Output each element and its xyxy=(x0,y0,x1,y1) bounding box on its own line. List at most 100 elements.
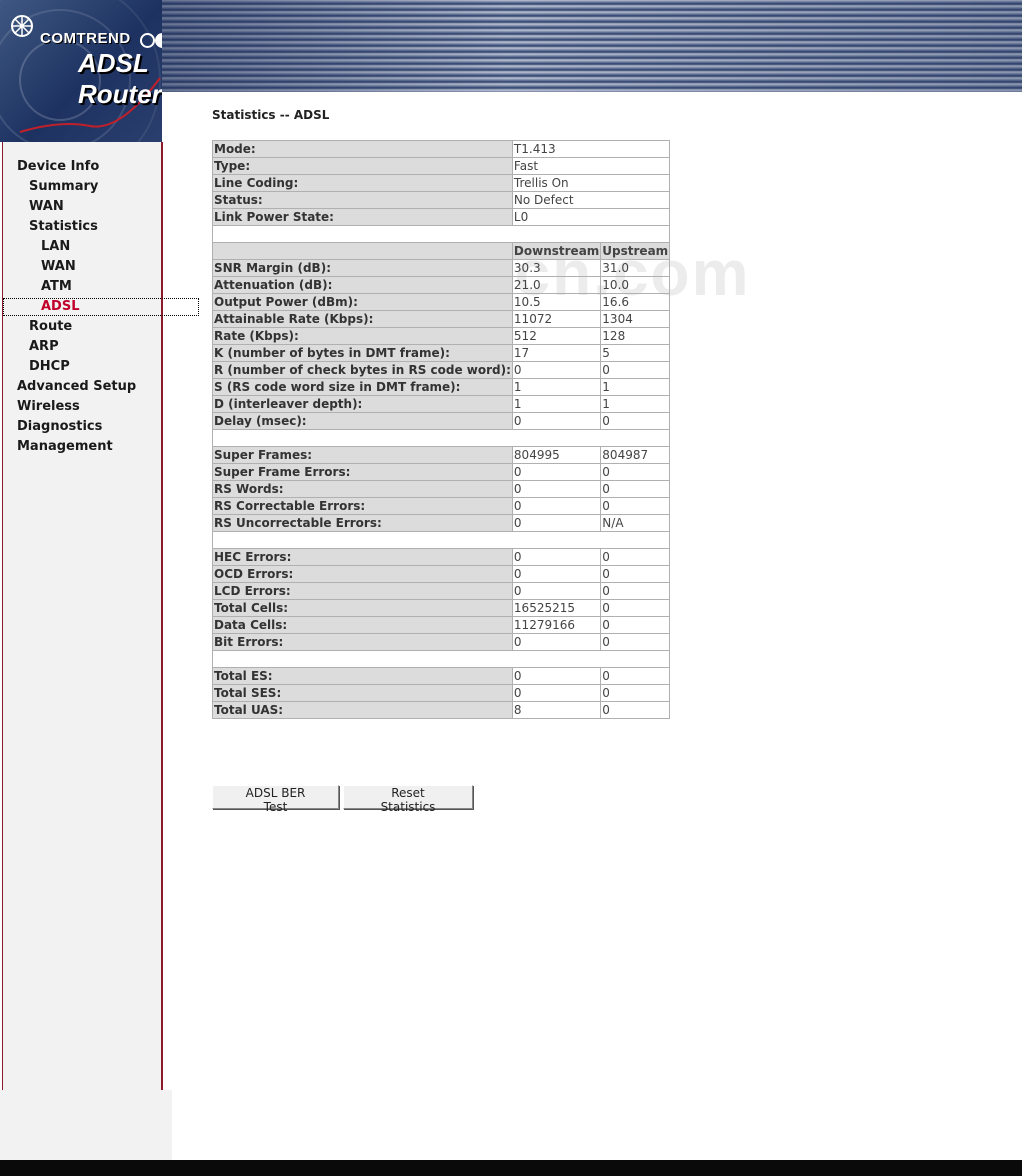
downstream-value: 10.5 xyxy=(511,293,602,311)
upstream-value: 0 xyxy=(600,497,671,515)
downstream-value: 0 xyxy=(511,497,602,515)
sidebar-item-statistics[interactable]: Statistics xyxy=(3,218,187,236)
downstream-value: 0 xyxy=(511,633,602,651)
row-label: SNR Margin (dB): xyxy=(212,259,513,277)
upstream-value: 0 xyxy=(600,548,671,566)
upstream-value: 0 xyxy=(600,480,671,498)
upstream-value: 0 xyxy=(600,463,671,481)
table-row: Total UAS: 8 0 xyxy=(212,701,671,719)
row-label: Link Power State: xyxy=(212,208,513,226)
logo-dot-icon xyxy=(140,33,155,48)
header-banner: COMTREND ADSL Router xyxy=(0,0,1022,142)
sidebar-item-wireless[interactable]: Wireless xyxy=(3,398,175,416)
table-row: Rate (Kbps): 512 128 xyxy=(212,327,671,345)
upstream-value: 0 xyxy=(600,701,671,719)
upstream-value: 10.0 xyxy=(600,276,671,294)
downstream-value: 0 xyxy=(511,684,602,702)
table-row: Super Frame Errors: 0 0 xyxy=(212,463,671,481)
downstream-value: 0 xyxy=(511,480,602,498)
row-label: Attainable Rate (Kbps): xyxy=(212,310,513,328)
row-value: Trellis On xyxy=(511,174,671,192)
sidebar-item-arp[interactable]: ARP xyxy=(3,338,187,356)
row-label: RS Uncorrectable Errors: xyxy=(212,514,513,532)
upstream-value: 16.6 xyxy=(600,293,671,311)
upstream-value: 0 xyxy=(600,667,671,685)
upstream-value: 128 xyxy=(600,327,671,345)
row-label: LCD Errors: xyxy=(212,582,513,600)
downstream-value: 0 xyxy=(511,412,602,430)
row-label: D (interleaver depth): xyxy=(212,395,513,413)
table-row: HEC Errors: 0 0 xyxy=(212,548,671,566)
upstream-value: N/A xyxy=(600,514,671,532)
sidebar-item-dhcp[interactable]: DHCP xyxy=(3,358,187,376)
column-header-row: Downstream Upstream xyxy=(212,242,671,260)
sidebar-item-stats-lan[interactable]: LAN xyxy=(3,238,199,256)
sidebar-item-stats-adsl[interactable]: ADSL xyxy=(3,298,199,316)
table-row: Delay (msec): 0 0 xyxy=(212,412,671,430)
sidebar-item-management[interactable]: Management xyxy=(3,438,175,456)
upstream-value: 5 xyxy=(600,344,671,362)
table-row: Mode: T1.413 xyxy=(212,140,671,158)
sidebar-item-stats-wan[interactable]: WAN xyxy=(3,258,199,276)
downstream-value: 30.3 xyxy=(511,259,602,277)
table-row: Output Power (dBm): 10.5 16.6 xyxy=(212,293,671,311)
logo-panel: COMTREND ADSL Router xyxy=(0,0,162,142)
upstream-value: 0 xyxy=(600,565,671,583)
spacer-row xyxy=(211,650,671,668)
row-label: Type: xyxy=(212,157,513,175)
table-row: RS Words: 0 0 xyxy=(212,480,671,498)
row-label: S (RS code word size in DMT frame): xyxy=(212,378,513,396)
sidebar-item-wan[interactable]: WAN xyxy=(3,198,187,216)
table-row: Status: No Defect xyxy=(212,191,671,209)
table-row: Data Cells: 11279166 0 xyxy=(212,616,671,634)
row-label: Rate (Kbps): xyxy=(212,327,513,345)
row-label: Line Coding: xyxy=(212,174,513,192)
row-label: Bit Errors: xyxy=(212,633,513,651)
sidebar-item-stats-atm[interactable]: ATM xyxy=(3,278,199,296)
upstream-value: 1 xyxy=(600,395,671,413)
table-row: Line Coding: Trellis On xyxy=(212,174,671,192)
banner-stripes xyxy=(162,0,1022,92)
sidebar-footer xyxy=(0,1090,172,1162)
downstream-value: 21.0 xyxy=(511,276,602,294)
downstream-value: 11279166 xyxy=(511,616,602,634)
upstream-value: 0 xyxy=(600,599,671,617)
downstream-value: 512 xyxy=(511,327,602,345)
column-header-upstream: Upstream xyxy=(600,242,671,260)
row-label: Total SES: xyxy=(212,684,513,702)
table-row: SNR Margin (dB): 30.3 31.0 xyxy=(212,259,671,277)
row-label: Data Cells: xyxy=(212,616,513,634)
brand-logo: COMTREND xyxy=(40,30,131,47)
column-header-downstream: Downstream xyxy=(511,242,602,260)
downstream-value: 804995 xyxy=(511,446,602,464)
downstream-value: 17 xyxy=(511,344,602,362)
table-row: RS Correctable Errors: 0 0 xyxy=(212,497,671,515)
upstream-value: 0 xyxy=(600,361,671,379)
sidebar-nav: Device Info Summary WAN Statistics LAN W… xyxy=(2,142,199,1090)
upstream-value: 0 xyxy=(600,684,671,702)
sidebar-item-device-info[interactable]: Device Info xyxy=(3,158,175,176)
bottom-bar xyxy=(0,1160,1022,1176)
downstream-value: 11072 xyxy=(511,310,602,328)
product-name: ADSL Router xyxy=(78,48,162,109)
sidebar-item-summary[interactable]: Summary xyxy=(3,178,187,196)
downstream-value: 0 xyxy=(511,361,602,379)
adsl-stats-table: Mode: T1.413 Type: Fast Line Coding: Trelli… xyxy=(211,140,671,719)
row-label: Super Frame Errors: xyxy=(212,463,513,481)
adsl-ber-test-button[interactable]: ADSL BER Test xyxy=(212,785,339,814)
page-title: Statistics -- ADSL xyxy=(212,108,330,122)
sidebar-item-route[interactable]: Route xyxy=(3,318,187,336)
sidebar-item-diagnostics[interactable]: Diagnostics xyxy=(3,418,175,436)
row-value: L0 xyxy=(511,208,671,226)
row-label: Output Power (dBm): xyxy=(212,293,513,311)
row-label: R (number of check bytes in RS code word… xyxy=(212,361,513,379)
table-row: R (number of check bytes in RS code word… xyxy=(212,361,671,379)
reset-statistics-button[interactable]: Reset Statistics xyxy=(343,785,473,814)
upstream-value: 0 xyxy=(600,633,671,651)
row-label: K (number of bytes in DMT frame): xyxy=(212,344,513,362)
sidebar-item-advanced-setup[interactable]: Advanced Setup xyxy=(3,378,175,396)
downstream-value: 1 xyxy=(511,378,602,396)
table-row: D (interleaver depth): 1 1 xyxy=(212,395,671,413)
downstream-value: 0 xyxy=(511,548,602,566)
row-label: Attenuation (dB): xyxy=(212,276,513,294)
